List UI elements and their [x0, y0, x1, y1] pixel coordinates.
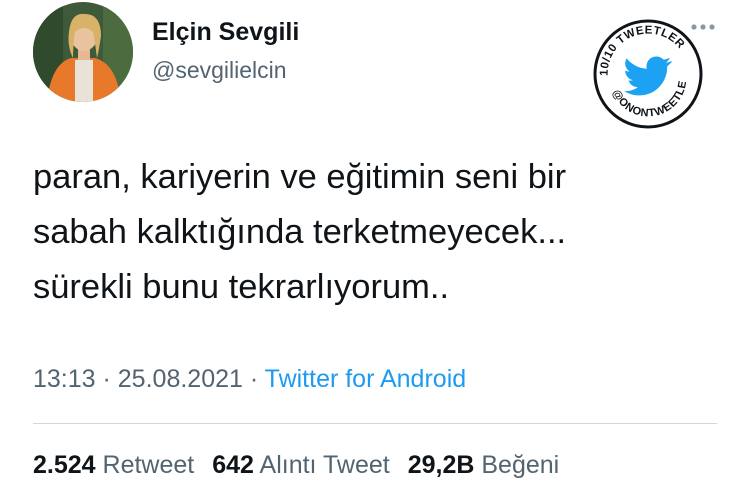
like-label: Beğeni: [481, 451, 560, 479]
tweet-source-link[interactable]: Twitter for Android: [265, 365, 466, 393]
like-count: 29,2B: [407, 451, 475, 479]
tweet-meta: 13:13 · 25.08.2021 · Twitter for Android: [33, 365, 466, 394]
tweet-time[interactable]: 13:13: [33, 365, 96, 393]
quotes-stat[interactable]: 642 Alıntı Tweet: [212, 451, 389, 479]
meta-separator: ·: [242, 365, 265, 393]
quote-count: 642: [212, 451, 254, 479]
retweet-count: 2.524: [33, 451, 96, 479]
retweets-stat[interactable]: 2.524 Retweet: [33, 451, 194, 479]
divider: [33, 423, 717, 424]
author-display-name[interactable]: Elçin Sevgili: [152, 18, 299, 47]
profile-photo: [33, 2, 133, 102]
tweet-stats: 2.524 Retweet 642 Alıntı Tweet 29,2B Beğen…: [33, 451, 559, 480]
quote-label: Alıntı Tweet: [259, 451, 390, 479]
author-handle[interactable]: @sevgilielcin: [152, 57, 287, 84]
retweet-label: Retweet: [102, 451, 195, 479]
tweet-line: paran, kariyerin ve eğitimin seni bir: [33, 158, 567, 196]
tweet-line: sabah kalktığında terketmeyecek...: [33, 213, 567, 251]
avatar[interactable]: [33, 2, 133, 102]
meta-separator: ·: [95, 365, 118, 393]
tweet-text: paran, kariyerin ve eğitimin seni bir sa…: [33, 150, 723, 315]
tweet-date[interactable]: 25.08.2021: [118, 365, 243, 393]
likes-stat[interactable]: 29,2B Beğeni: [408, 451, 560, 479]
watermark-badge: 10/10 TWEETLER @ONONTWEETLER: [592, 18, 703, 129]
tweet-line: sürekli bunu tekrarlıyorum..: [33, 268, 450, 306]
